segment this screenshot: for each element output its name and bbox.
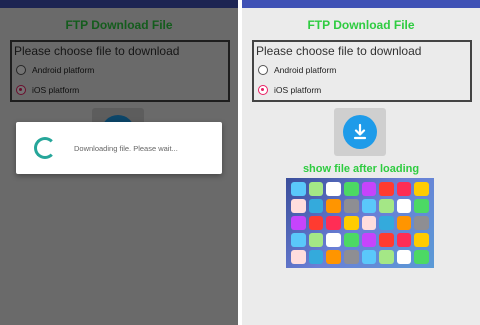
download-icon: [343, 115, 377, 149]
downloaded-image-preview: [286, 178, 434, 268]
app-icon: [291, 182, 306, 196]
app-icon: [414, 216, 429, 230]
app-icon: [361, 199, 377, 213]
app-icon: [343, 250, 359, 264]
status-bar: [242, 0, 480, 8]
screen-loading: FTP Download File Please choose file to …: [0, 0, 238, 325]
app-icon: [414, 233, 429, 247]
platform-radio-group: Please choose file to download Android p…: [252, 40, 472, 102]
app-icon: [379, 216, 394, 230]
page-title: FTP Download File: [307, 18, 415, 32]
app-icon: [361, 250, 377, 264]
app-icon: [361, 216, 377, 230]
app-icon: [291, 233, 306, 247]
app-icon: [291, 250, 306, 264]
app-icon: [308, 182, 324, 196]
show-file-label: show file after loading: [302, 163, 420, 175]
radio-android-circle[interactable]: [258, 65, 268, 75]
app-icon: [326, 182, 341, 196]
app-icon: [379, 199, 394, 213]
app-icon: [291, 216, 306, 230]
app-icon: [361, 233, 377, 247]
app-icon: [291, 199, 306, 213]
choose-heading: Please choose file to download: [256, 44, 422, 58]
app-icon: [326, 233, 341, 247]
app-icon: [361, 182, 377, 196]
app-icon: [396, 216, 412, 230]
radio-android[interactable]: Android platform: [258, 62, 470, 78]
app-icon: [396, 182, 412, 196]
app-icon: [414, 250, 429, 264]
app-icon: [308, 216, 324, 230]
app-icon: [326, 250, 341, 264]
app-icon: [379, 233, 394, 247]
app-icon: [396, 250, 412, 264]
screen-loaded: FTP Download File Please choose file to …: [242, 0, 480, 325]
progress-dialog: Downloading file. Please wait...: [16, 122, 222, 174]
app-icon: [326, 216, 341, 230]
app-icon: [343, 182, 359, 196]
app-icon: [396, 199, 412, 213]
app-icon: [379, 182, 394, 196]
radio-ios-label: iOS platform: [274, 85, 322, 95]
radio-ios-circle[interactable]: [258, 85, 268, 95]
loading-spinner-icon: [34, 137, 56, 159]
app-icon: [414, 182, 429, 196]
app-icon: [343, 216, 359, 230]
app-icon: [414, 199, 429, 213]
app-icon: [379, 250, 394, 264]
app-icon: [326, 199, 341, 213]
download-button[interactable]: [334, 108, 386, 156]
app-icon: [343, 199, 359, 213]
progress-message: Downloading file. Please wait...: [74, 143, 178, 153]
app-icon: [343, 233, 359, 247]
app-icon: [396, 233, 412, 247]
app-icon: [308, 250, 324, 264]
app-icon: [308, 199, 324, 213]
radio-ios[interactable]: iOS platform: [258, 82, 470, 98]
radio-android-label: Android platform: [274, 65, 337, 75]
app-icon: [308, 233, 324, 247]
